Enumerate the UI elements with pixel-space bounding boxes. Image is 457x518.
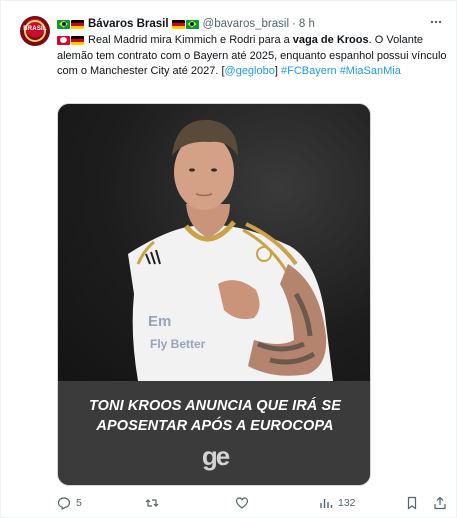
tweet-text-part: Real Madrid mira Kimmich e Rodri para a [88,34,293,46]
more-icon[interactable] [429,15,443,29]
svg-text:Fly Better: Fly Better [150,337,206,351]
reply-icon [57,497,71,510]
headline-line-2: APOSENTAR APÓS A EUROCOPA [96,418,334,434]
player-photo: Em Fly Better [58,104,370,381]
bookmark-icon [407,496,417,510]
headline-line-1: TONI KROOS ANUNCIA QUE IRÁ SE [88,398,342,414]
bookmark-button[interactable] [405,495,419,511]
views-button[interactable]: 132 [319,495,356,511]
player-illustration: Em Fly Better [128,119,333,381]
media-headline: TONI KROOS ANUNCIA QUE IRÁ SE APOSENTAR … [58,396,370,436]
tweet-text-bold: vaga de Kroos [292,34,369,46]
mention-link[interactable]: @geglobo [225,65,275,77]
svg-text:Em: Em [148,313,171,330]
share-icon [434,496,446,510]
reply-button[interactable]: 5 [57,495,82,511]
reply-count: 5 [76,497,82,509]
media-image[interactable]: Em Fly Better TONI KROOS ANUNCIA QUE IRÁ… [57,103,371,486]
user-handle[interactable]: @bavaros_brasil [203,18,289,30]
brazil-flag-icon [57,19,70,29]
brazil-flag-icon [185,19,199,29]
germany-flag-icon [71,35,84,45]
hashtag-link[interactable]: #FCBayern [281,65,337,77]
share-button[interactable] [433,495,447,511]
tweet-card[interactable]: BRASIL Bávaros Brasil @bavaros_brasil · … [0,0,457,518]
views-icon [320,499,333,508]
ge-logo: ge [201,441,230,471]
avatar-text: BRASIL [23,26,47,32]
repost-icon [145,499,159,507]
separator-dot: · [292,18,296,30]
like-button[interactable] [235,495,254,511]
caption-banner: TONI KROOS ANUNCIA QUE IRÁ SE APOSENTAR … [58,381,370,485]
germany-flag-icon [71,19,84,29]
timestamp[interactable]: 8 h [299,18,315,30]
germany-flag-icon [171,19,185,29]
like-icon [235,497,249,509]
repost-button[interactable] [145,495,164,511]
tweet-text: Real Madrid mira Kimmich e Rodri para a … [57,33,449,80]
hashtag-link[interactable]: #MiaSanMia [340,65,401,77]
action-bar: 5 132 [57,495,449,511]
tweet-header: Bávaros Brasil @bavaros_brasil · 8 h [57,16,315,32]
bayern-flag-icon [57,35,70,45]
views-count: 132 [338,497,356,509]
display-name[interactable]: Bávaros Brasil [88,18,169,30]
avatar[interactable]: BRASIL [20,16,50,46]
